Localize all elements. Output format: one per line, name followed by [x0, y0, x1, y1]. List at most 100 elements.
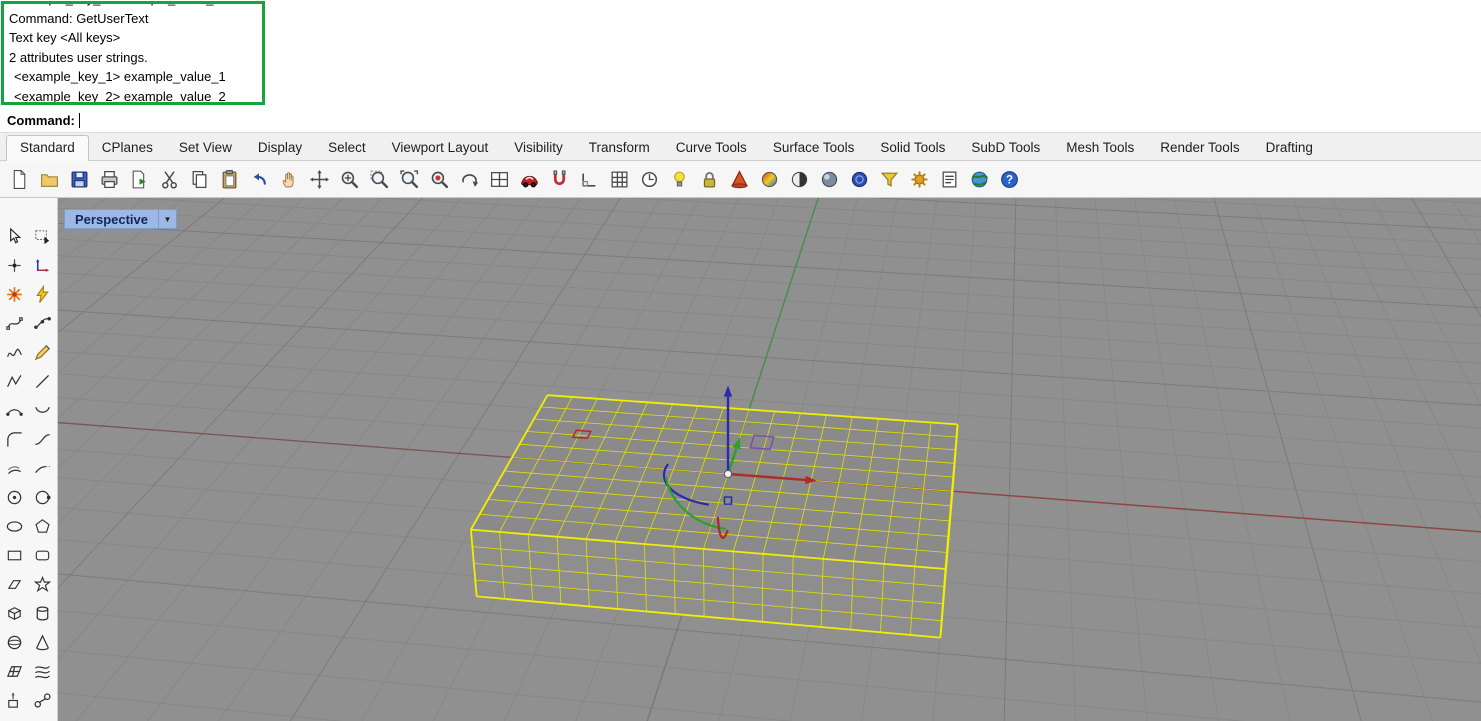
tab-render-tools[interactable]: Render Tools [1147, 136, 1252, 160]
rounded-rectangle-icon[interactable] [29, 541, 58, 570]
select-arrow-icon[interactable] [0, 222, 29, 251]
history-line: <example_key_1> example_value_1 [9, 67, 257, 87]
tab-transform[interactable]: Transform [576, 136, 663, 160]
tab-surface-tools[interactable]: Surface Tools [760, 136, 868, 160]
ghosted-sphere-icon[interactable] [817, 166, 841, 192]
new-file-icon[interactable] [7, 166, 31, 192]
select-window-icon[interactable] [29, 222, 58, 251]
tab-solid-tools[interactable]: Solid Tools [867, 136, 958, 160]
cone-solid-icon[interactable] [29, 628, 58, 657]
pipe-tool-icon[interactable] [29, 686, 58, 715]
command-prompt[interactable]: Command: [0, 108, 1481, 133]
undo-icon[interactable] [247, 166, 271, 192]
command-history-area: <example_key_2> example_value_2 Command:… [0, 0, 1481, 108]
viewport-layout-icon[interactable] [487, 166, 511, 192]
rotate-view-icon[interactable] [457, 166, 481, 192]
rectangle-icon[interactable] [0, 541, 29, 570]
history-line: Text key <All keys> [9, 28, 257, 48]
earth-icon[interactable] [967, 166, 991, 192]
interp-curve-icon[interactable] [29, 309, 58, 338]
tab-subd-tools[interactable]: SubD Tools [958, 136, 1053, 160]
gear-settings-icon[interactable] [907, 166, 931, 192]
fillet-corner-icon[interactable] [0, 425, 29, 454]
box-solid-icon[interactable] [0, 599, 29, 628]
tab-drafting[interactable]: Drafting [1253, 136, 1326, 160]
tab-viewport-layout[interactable]: Viewport Layout [379, 136, 502, 160]
copy-icon[interactable] [187, 166, 211, 192]
zoom-dynamic-icon[interactable] [337, 166, 361, 192]
move-icon[interactable] [307, 166, 331, 192]
grid-snap-icon[interactable] [607, 166, 631, 192]
arc-icon[interactable] [0, 396, 29, 425]
polygon-icon[interactable] [29, 512, 58, 541]
arc-down-icon[interactable] [29, 396, 58, 425]
tab-visibility[interactable]: Visibility [501, 136, 576, 160]
tab-mesh-tools[interactable]: Mesh Tools [1053, 136, 1147, 160]
text-cursor [79, 113, 80, 128]
object-snap-icon[interactable] [547, 166, 571, 192]
extend-curve-icon[interactable] [29, 454, 58, 483]
zoom-extents-icon[interactable] [397, 166, 421, 192]
blend-curve-icon[interactable] [29, 425, 58, 454]
mesh-grid-icon[interactable] [0, 715, 29, 721]
plane-srf-icon[interactable] [0, 570, 29, 599]
cut-icon[interactable] [157, 166, 181, 192]
ellipse-icon[interactable] [0, 512, 29, 541]
shaded-sphere-icon[interactable] [787, 166, 811, 192]
paste-icon[interactable] [217, 166, 241, 192]
lightning-icon[interactable] [29, 280, 58, 309]
xray-sphere-icon[interactable] [847, 166, 871, 192]
tab-select[interactable]: Select [315, 136, 379, 160]
zoom-window-icon[interactable] [367, 166, 391, 192]
sketch-pencil-icon[interactable] [29, 338, 58, 367]
polyline-icon[interactable] [0, 367, 29, 396]
viewport-title[interactable]: Perspective [64, 209, 158, 229]
tab-display[interactable]: Display [245, 136, 315, 160]
tab-cplanes[interactable]: CPlanes [89, 136, 166, 160]
line-segment-icon[interactable] [29, 367, 58, 396]
print-icon[interactable] [97, 166, 121, 192]
viewport-canvas[interactable] [58, 198, 1481, 721]
shade-car-icon[interactable] [517, 166, 541, 192]
render-cone-icon[interactable] [727, 166, 751, 192]
history-line: Command: GetUserText [9, 9, 257, 29]
ortho-icon[interactable] [577, 166, 601, 192]
loft-curves-icon[interactable] [29, 657, 58, 686]
open-file-icon[interactable] [37, 166, 61, 192]
record-history-icon[interactable] [637, 166, 661, 192]
cv-curve-icon[interactable] [0, 309, 29, 338]
perspective-viewport[interactable]: Perspective ▼ [58, 198, 1481, 721]
lights-icon[interactable] [667, 166, 691, 192]
viewport-title-tab[interactable]: Perspective ▼ [64, 209, 177, 229]
circle-center-icon[interactable] [0, 483, 29, 512]
zoom-selected-icon[interactable] [427, 166, 451, 192]
circle-point-icon[interactable] [29, 483, 58, 512]
tab-set-view[interactable]: Set View [166, 136, 245, 160]
export-page-icon[interactable] [127, 166, 151, 192]
help-icon[interactable]: ? [997, 166, 1021, 192]
offset-curve-icon[interactable] [0, 454, 29, 483]
pan-hand-icon[interactable] [277, 166, 301, 192]
history-line: <example_key_2> example_value_2 [9, 87, 257, 106]
object-properties-icon[interactable] [937, 166, 961, 192]
freeform-curve-icon[interactable] [0, 338, 29, 367]
surface-grid-icon[interactable] [0, 657, 29, 686]
tab-curve-tools[interactable]: Curve Tools [663, 136, 760, 160]
viewport-menu-dropdown[interactable]: ▼ [158, 209, 177, 229]
star-icon[interactable] [29, 570, 58, 599]
rainbow-sphere-icon[interactable] [757, 166, 781, 192]
popup-star-icon[interactable] [0, 280, 29, 309]
chevron-down-icon: ▼ [164, 215, 172, 224]
save-icon[interactable] [67, 166, 91, 192]
tab-standard[interactable]: Standard [6, 135, 89, 161]
axis-widget-icon[interactable] [29, 251, 58, 280]
selection-filter-icon[interactable] [877, 166, 901, 192]
subd-blob-icon[interactable] [29, 715, 58, 721]
history-line-clipped: <example_key_2> example_value_2 [9, 1, 257, 9]
sphere-solid-icon[interactable] [0, 628, 29, 657]
cylinder-icon[interactable] [29, 599, 58, 628]
extrude-arrow-icon[interactable] [0, 686, 29, 715]
point-tool-icon[interactable] [0, 251, 29, 280]
lock-icon[interactable] [697, 166, 721, 192]
main-area: Perspective ▼ [0, 198, 1481, 721]
